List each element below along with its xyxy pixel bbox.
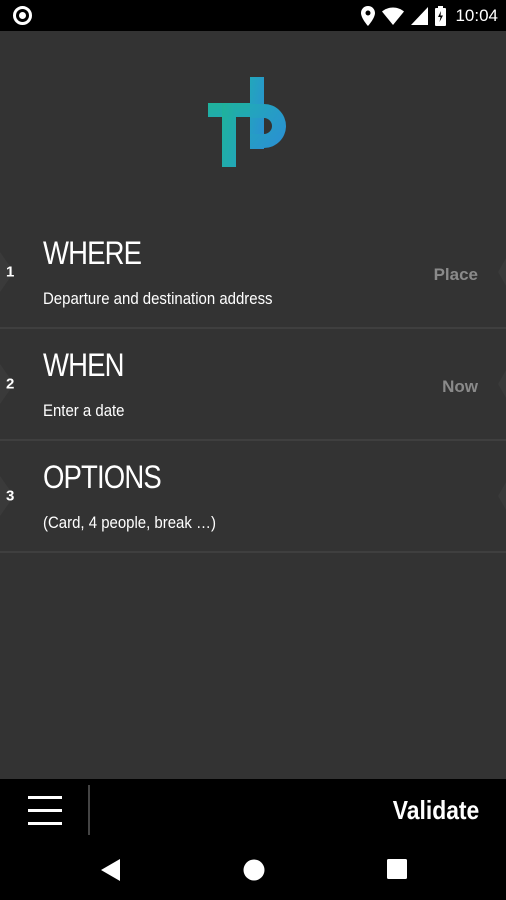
step-options[interactable]: 3 OPTIONS (Card, 4 people, break …)	[0, 441, 506, 553]
menu-line	[28, 822, 62, 825]
signal-icon	[411, 7, 429, 25]
chevron-marker-icon	[498, 258, 506, 286]
step-when[interactable]: 2 WHEN Enter a date Now	[0, 329, 506, 441]
tb-logo	[208, 77, 286, 167]
menu-line	[28, 809, 62, 812]
step-subtitle: Enter a date	[43, 401, 125, 420]
status-clock: 10:04	[455, 6, 498, 25]
divider	[88, 785, 90, 835]
step-value: Now	[442, 377, 478, 396]
menu-line	[28, 796, 62, 799]
chevron-marker-icon	[498, 370, 506, 398]
validate-button[interactable]: Validate	[393, 795, 479, 826]
status-bar: 10:04	[0, 0, 506, 31]
step-number: 3	[6, 487, 15, 505]
recents-icon[interactable]	[387, 859, 407, 879]
step-title: OPTIONS	[43, 459, 162, 495]
app-content: 1 WHERE Departure and destination addres…	[0, 31, 506, 779]
battery-icon	[435, 6, 447, 26]
hamburger-menu-icon[interactable]	[28, 795, 62, 825]
bottom-action-bar: Validate	[0, 779, 506, 841]
status-icons: 10:04	[361, 4, 498, 28]
wifi-icon	[382, 7, 405, 25]
step-where[interactable]: 1 WHERE Departure and destination addres…	[0, 217, 506, 329]
step-number: 1	[6, 263, 15, 281]
step-number: 2	[6, 375, 15, 393]
step-subtitle: Departure and destination address	[43, 289, 273, 308]
back-icon[interactable]	[101, 859, 121, 881]
step-value: Place	[433, 265, 478, 284]
notification-circle-icon	[13, 6, 32, 25]
step-title: WHEN	[43, 347, 124, 383]
chevron-marker-icon	[498, 482, 506, 510]
home-icon[interactable]	[243, 859, 265, 881]
step-subtitle: (Card, 4 people, break …)	[43, 513, 216, 532]
system-nav-bar	[0, 841, 506, 900]
step-title: WHERE	[43, 235, 142, 271]
location-icon	[361, 6, 376, 26]
